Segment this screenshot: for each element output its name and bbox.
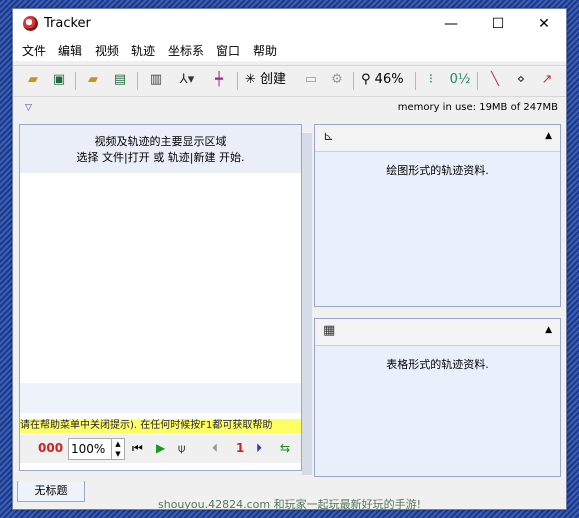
menu-edit[interactable]: 编辑	[58, 42, 82, 59]
hint-bar: 请在帮助菜单中关闭提示). 在任何时候按F1都可获取帮助	[20, 419, 301, 433]
menu-coords[interactable]: 坐标系	[168, 42, 204, 59]
toolbar-separator	[477, 72, 478, 90]
split-divider[interactable]	[302, 133, 312, 475]
plot-panel-text: 绘图形式的轨迹资料.	[386, 164, 489, 177]
video-canvas-footer	[20, 383, 301, 413]
zoom-level: 46%	[374, 72, 404, 87]
toolbar-separator	[237, 72, 238, 90]
menu-bar: 文件 编辑 视频 轨迹 坐标系 窗口 帮助	[13, 39, 566, 61]
reset-icon[interactable]: ⏮	[132, 441, 143, 456]
menu-tracks[interactable]: 轨迹	[131, 42, 155, 59]
table-panel-text: 表格形式的轨迹资料.	[386, 358, 489, 371]
toolbar: ▰ ▣ ▰ ▤ ▥ ⅄▾ ┿ ✳ 创建 ▭ ⚙ ⚲ 46% ⁝ 0½ ╲ ⋄ ↗	[13, 65, 566, 97]
title-bar: Tracker — ☐ ✕	[13, 9, 566, 39]
magnifier-icon: ⚲	[361, 72, 371, 87]
acceleration-icon[interactable]: ↗	[537, 70, 557, 90]
table-panel-header: ▦ ▲	[315, 319, 560, 346]
video-panel-line2: 选择 文件|打开 或 轨迹|新建 开始.	[76, 151, 245, 164]
loop-icon[interactable]: ⍦	[178, 441, 185, 456]
collapse-plot-icon[interactable]: ▲	[545, 131, 552, 141]
create-track-icon: ✳	[245, 72, 256, 87]
video-panel-line1: 视频及轨迹的主要显示区域	[94, 135, 227, 148]
plot-panel-header: ⊾ ▲	[315, 125, 560, 152]
minimize-button[interactable]: —	[429, 9, 473, 39]
close-button[interactable]: ✕	[522, 9, 566, 39]
memory-usage: memory in use: 19MB of 247MB	[397, 102, 558, 113]
menu-help[interactable]: 帮助	[253, 42, 277, 59]
plot-panel: ⊾ ▲ 绘图形式的轨迹资料.	[314, 124, 561, 307]
plot-icon: ⊾	[323, 129, 334, 144]
play-direction-icon[interactable]: ⇆	[280, 441, 290, 455]
maximize-button[interactable]: ☐	[476, 9, 520, 39]
toolbar-separator	[415, 72, 416, 90]
zoom-button[interactable]: ⚲ 46%	[361, 70, 411, 90]
toolbar-separator	[353, 72, 354, 90]
player-bar: 000 100% ▲ ▼ ⏮ ▶ ⍦ ⏴ 1 ⏵ ⇆	[20, 435, 301, 463]
tab-untitled[interactable]: 无标题	[17, 481, 85, 502]
play-icon[interactable]: ▶	[156, 441, 165, 455]
step-forward-icon[interactable]: ⏵	[256, 441, 262, 456]
import-icon[interactable]: ▰	[83, 70, 103, 90]
create-track-label: 创建	[260, 72, 287, 87]
tape-measure-icon[interactable]: ▭	[301, 70, 321, 90]
toolbar-separator	[137, 72, 138, 90]
window-title: Tracker	[44, 16, 91, 31]
video-panel: 视频及轨迹的主要显示区域 选择 文件|打开 或 轨迹|新建 开始. 请在帮助菜单…	[19, 124, 302, 471]
trail-icon[interactable]: ⁝	[421, 70, 441, 90]
menu-video[interactable]: 视频	[95, 42, 119, 59]
track-control-dropdown-icon[interactable]: ▽	[25, 103, 32, 113]
collapse-table-icon[interactable]: ▲	[545, 325, 552, 335]
clip-settings-icon[interactable]: ⚙	[327, 70, 347, 90]
status-row: ▽ memory in use: 19MB of 247MB	[13, 97, 566, 119]
export-icon[interactable]: ▤	[110, 70, 130, 90]
menu-file[interactable]: 文件	[22, 42, 46, 59]
path-icon[interactable]: ╲	[485, 70, 505, 90]
tracker-window: Tracker — ☐ ✕ 文件 编辑 视频 轨迹 坐标系 窗口 帮助 ▰ ▣ …	[12, 8, 567, 510]
video-settings-icon[interactable]: ▥	[146, 70, 166, 90]
rate-spinner[interactable]: ▲ ▼	[111, 438, 125, 460]
video-canvas[interactable]	[20, 173, 301, 383]
frame-counter[interactable]: 000	[38, 441, 63, 455]
toolbar-separator	[75, 72, 76, 90]
velocity-icon[interactable]: ⋄	[511, 70, 531, 90]
labels-icon[interactable]: 0½	[447, 70, 473, 90]
open-folder-icon[interactable]: ▰	[23, 70, 43, 90]
video-panel-header: 视频及轨迹的主要显示区域 选择 文件|打开 或 轨迹|新建 开始.	[20, 125, 301, 173]
tracker-logo-icon	[23, 16, 38, 31]
axes-icon[interactable]: ┿	[209, 70, 229, 90]
step-size[interactable]: 1	[236, 441, 244, 455]
plot-area[interactable]: 绘图形式的轨迹资料.	[315, 152, 560, 306]
table-panel: ▦ ▲ 表格形式的轨迹资料.	[314, 318, 561, 477]
table-icon: ▦	[323, 323, 336, 338]
menu-window[interactable]: 窗口	[216, 42, 240, 59]
create-track-button[interactable]: ✳ 创建	[245, 70, 301, 90]
playback-rate-field[interactable]: 100%	[68, 438, 112, 460]
step-back-icon[interactable]: ⏴	[212, 441, 218, 456]
calibration-tools-icon[interactable]: ⅄▾	[173, 70, 201, 90]
watermark: shouyou.42824.com 和玩家一起玩最新好玩的手游!	[158, 498, 421, 510]
table-area[interactable]: 表格形式的轨迹资料.	[315, 346, 560, 476]
save-icon[interactable]: ▣	[49, 70, 69, 90]
